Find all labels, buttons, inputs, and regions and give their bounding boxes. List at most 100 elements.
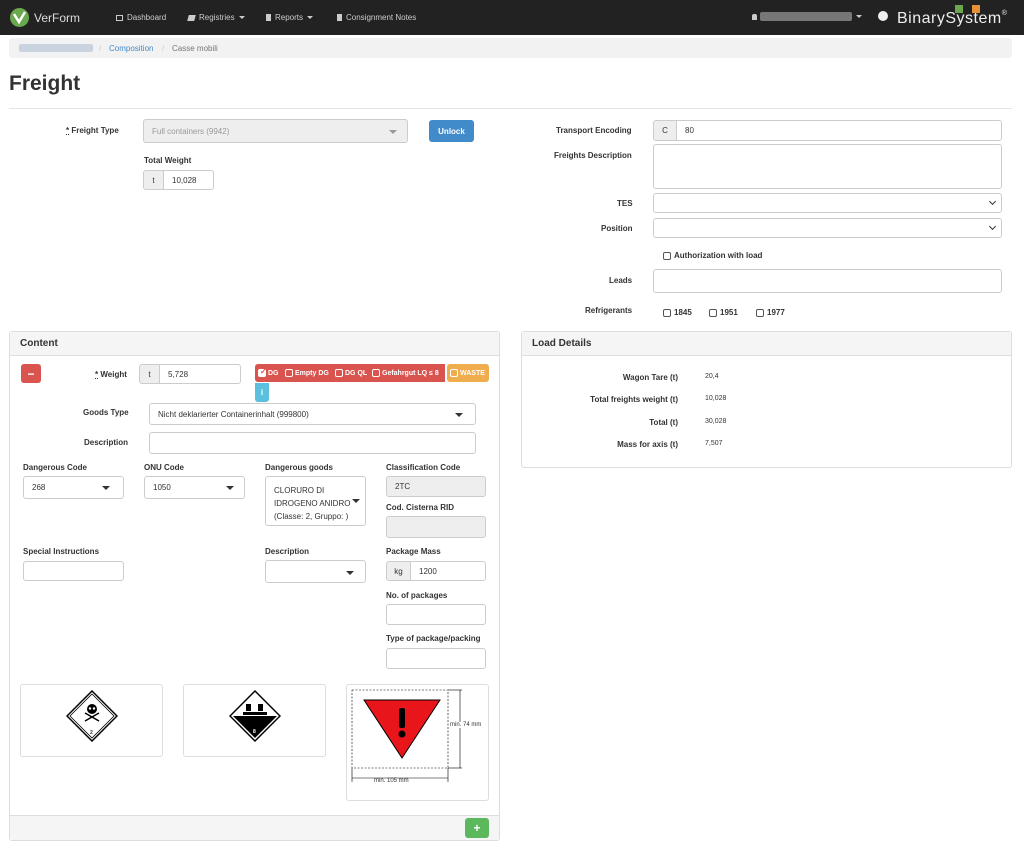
brand-logo-icon[interactable] [10, 8, 29, 27]
refrigerant-1977[interactable]: 1977 [756, 308, 785, 317]
content-panel-title: Content [10, 332, 499, 356]
breadcrumb-sep: / [162, 44, 165, 53]
dangerous-goods-label: Dangerous goods [265, 463, 334, 472]
info-button[interactable]: i [255, 383, 269, 402]
freight-type-label: * Freight Type [66, 126, 119, 135]
dangerous-code-select[interactable]: 268 [23, 476, 124, 499]
chevron-down-icon [238, 16, 245, 19]
breadcrumb: / Composition / Casse mobili [9, 38, 1012, 58]
chevron-down-icon [102, 486, 110, 490]
user-menu[interactable] [752, 12, 862, 21]
add-content-button[interactable]: + [465, 818, 489, 838]
weight-field[interactable]: 5,728 [159, 364, 241, 384]
freights-description-label: Freights Description [554, 151, 632, 160]
onu-code-label: ONU Code [144, 463, 184, 472]
num-packages-field[interactable] [386, 604, 486, 625]
special-instructions-field[interactable] [23, 561, 124, 581]
triangle-width-dim: min. 105 mm [374, 778, 409, 784]
refrigerants-label: Refrigerants [585, 306, 633, 315]
transport-encoding-prefix: C [653, 120, 677, 141]
special-instructions-label: Special Instructions [23, 547, 100, 556]
classification-code-field: 2TC [386, 476, 486, 497]
tes-label: TES [617, 199, 633, 208]
total-weight-label: Total Weight [144, 156, 192, 165]
freight-type-select[interactable]: Full containers (9942) [143, 119, 408, 143]
brand-name[interactable]: VerForm [34, 11, 80, 25]
user-icon [752, 13, 757, 20]
logo-square-orange [972, 5, 980, 13]
remove-content-button[interactable]: − [21, 364, 41, 383]
total-label: Total (t) [649, 418, 678, 427]
badge-gefahrgut[interactable]: Gefahrgut LQ ≤ 8 [369, 364, 445, 382]
description2-label: Description [265, 547, 310, 556]
transport-encoding-field[interactable]: 80 [676, 120, 1002, 141]
goods-type-select[interactable]: Nicht deklarierter Containerinhalt (9998… [149, 403, 476, 425]
description-label: Description [84, 438, 129, 447]
hazard-card-corrosive: 8 [183, 684, 326, 757]
chevron-down-icon [352, 499, 360, 503]
tes-select[interactable] [653, 193, 1002, 213]
hazard-card-triangle: min. 74 mm min. 105 mm [346, 684, 489, 801]
nav-reports[interactable]: Reports [266, 13, 314, 22]
page-title: Freight [9, 72, 81, 95]
nav-consignment-notes[interactable]: Consignment Notes [337, 13, 416, 22]
total-value: 30,028 [705, 418, 727, 425]
description2-select[interactable] [265, 560, 366, 583]
file-icon [337, 14, 342, 21]
hazard-card-toxic: 2 [20, 684, 163, 757]
transport-encoding-label: Transport Encoding [556, 126, 632, 135]
load-details-title: Load Details [522, 332, 1011, 356]
package-mass-field[interactable]: 1200 [410, 561, 486, 581]
position-label: Position [601, 224, 633, 233]
file-icon [266, 14, 271, 21]
leads-label: Leads [609, 276, 633, 285]
dangerous-code-label: Dangerous Code [23, 463, 88, 472]
user-name-blurred [760, 12, 852, 21]
chevron-down-icon [455, 413, 463, 417]
total-weight-unit: t [143, 170, 164, 190]
goods-type-label: Goods Type [83, 408, 129, 417]
company-logo: BinarySystem® [897, 10, 1008, 27]
nav-dashboard[interactable]: Dashboard [116, 13, 166, 22]
total-freights-weight-value: 10,028 [705, 395, 727, 402]
badge-dg-ql[interactable]: DG QL [332, 364, 369, 382]
refrigerant-1845[interactable]: 1845 [663, 308, 692, 317]
authorization-checkbox[interactable] [663, 251, 671, 260]
breadcrumb-casse-mobili: Casse mobili [172, 44, 218, 53]
logo-square-green [955, 5, 963, 13]
breadcrumb-composition[interactable]: Composition [109, 44, 153, 53]
gear-icon[interactable] [878, 11, 888, 21]
description-field[interactable] [149, 432, 476, 454]
onu-code-select[interactable]: 1050 [144, 476, 245, 499]
total-weight-field: 10,028 [163, 170, 214, 190]
weight-unit: t [139, 364, 160, 384]
cod-cisterna-field [386, 516, 486, 538]
breadcrumb-sep: / [99, 44, 102, 53]
badge-waste[interactable]: WASTE [447, 364, 489, 382]
refrigerant-1951[interactable]: 1951 [709, 308, 738, 317]
dangerous-goods-select[interactable]: CLORURO DI IDROGENO ANIDRO (Classe: 2, G… [265, 476, 366, 526]
title-divider [9, 108, 1012, 109]
badge-dg[interactable]: ✓ DG Empty DG DG QL Gefahrgut LQ ≤ 8 WAST… [255, 364, 489, 382]
mass-for-axis-label: Mass for axis (t) [617, 440, 678, 449]
badge-empty-dg[interactable]: Empty DG [282, 364, 332, 382]
num-packages-label: No. of packages [386, 591, 448, 600]
content-panel-footer [10, 815, 499, 840]
type-packing-field[interactable] [386, 648, 486, 669]
chevron-down-icon [226, 486, 234, 490]
leads-field[interactable] [653, 269, 1002, 293]
weight-label: * Weight [95, 370, 127, 379]
badge-dg-checkbox[interactable]: ✓ DG [255, 364, 282, 382]
package-mass-label: Package Mass [386, 547, 441, 556]
cod-cisterna-label: Cod. Cisterna RID [386, 503, 455, 512]
wagon-tare-label: Wagon Tare (t) [622, 373, 678, 382]
authorization-checkbox-row[interactable]: Authorization with load [663, 251, 762, 260]
nav-registries[interactable]: Registries [187, 13, 245, 22]
check-icon: ✓ [258, 367, 267, 377]
package-mass-unit: kg [386, 561, 411, 581]
unlock-button[interactable]: Unlock [429, 120, 474, 142]
chevron-down-icon [307, 16, 314, 19]
position-select[interactable] [653, 218, 1002, 238]
breadcrumb-blurred-item[interactable] [19, 44, 93, 52]
freights-description-textarea[interactable] [653, 144, 1002, 189]
